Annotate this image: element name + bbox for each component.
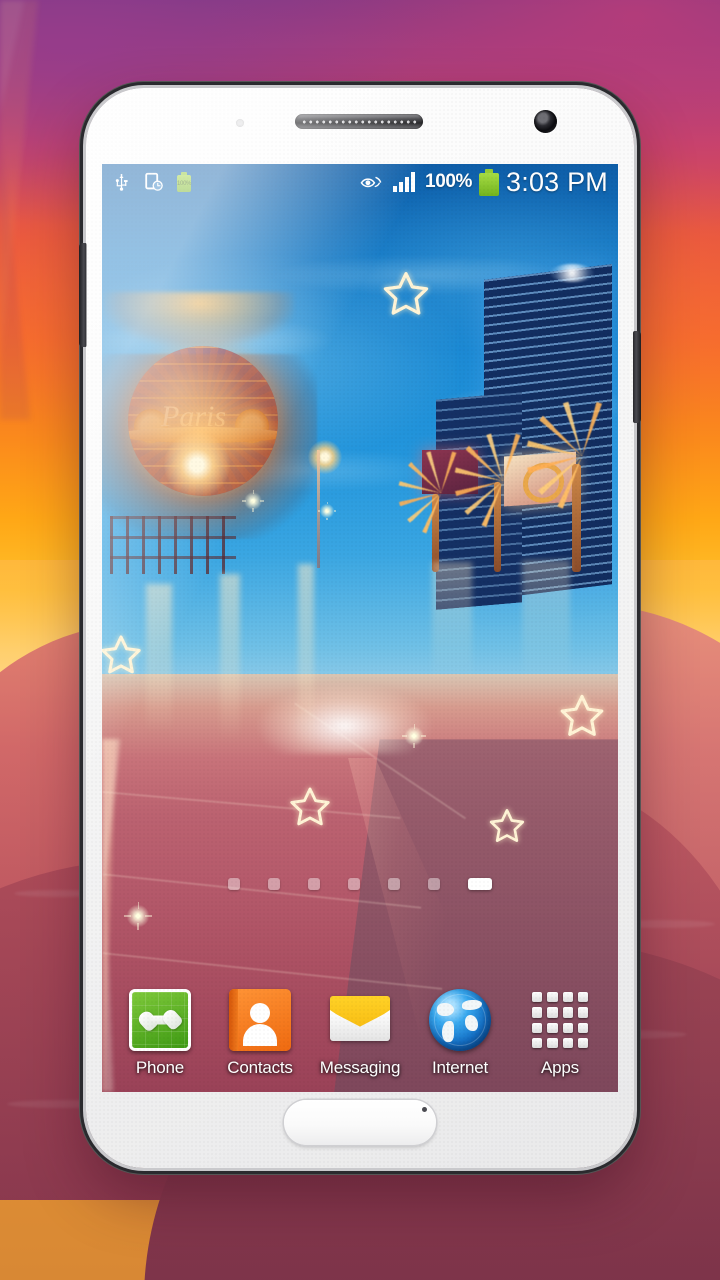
dock-item-messaging[interactable]: Messaging	[314, 989, 406, 1078]
dock-label-messaging: Messaging	[319, 1058, 401, 1077]
apps-grid-cell	[532, 1007, 543, 1018]
apps-grid-cell	[547, 1007, 558, 1018]
sparkle-icon	[402, 724, 426, 748]
apps-grid-cell	[532, 1037, 543, 1048]
dock-label-apps: Apps	[541, 1058, 579, 1077]
sparkle-icon	[124, 902, 152, 930]
power-button[interactable]	[633, 331, 641, 423]
balloon-base-glow	[104, 292, 294, 348]
contacts-icon[interactable]	[229, 989, 291, 1051]
apps-grid-cell	[577, 992, 588, 1003]
star-overlay-icon	[290, 787, 330, 826]
star-overlay-icon	[383, 272, 429, 315]
apps-grid-cell	[577, 1022, 588, 1033]
usb-icon	[115, 174, 128, 191]
globe-meridian	[434, 994, 486, 1046]
status-bar: 100% 100% 3:03 PM	[102, 164, 618, 200]
scheduled-device-icon	[145, 172, 163, 191]
apps-grid-cell	[577, 1007, 588, 1018]
apps-grid-cell	[562, 1037, 573, 1048]
battery-mini-percent: 100%	[177, 181, 192, 187]
apps-grid-cell	[547, 992, 558, 1003]
dock-item-internet[interactable]: Internet	[414, 989, 506, 1078]
app-dock: Phone Contacts Messaging Internet Apps	[102, 962, 618, 1078]
wet-road-reflection	[432, 562, 472, 682]
apps-grid-cell	[532, 1022, 543, 1033]
star-overlay-icon	[489, 809, 525, 842]
globe-icon[interactable]	[429, 989, 491, 1051]
apps-grid-cell	[562, 1007, 573, 1018]
volume-rocker-button[interactable]	[79, 243, 87, 347]
apps-grid-cell	[547, 1037, 558, 1048]
contacts-person-head	[250, 1003, 270, 1023]
battery-icon	[479, 168, 500, 196]
dock-label-contacts: Contacts	[227, 1058, 293, 1077]
status-bar-right: 100% 3:03 PM	[359, 167, 608, 198]
apps-grid-cell	[547, 1022, 558, 1033]
handset-glyph	[136, 996, 184, 1044]
apps-grid-cell	[577, 1037, 588, 1048]
page-indicator[interactable]	[102, 878, 618, 890]
star-overlay-icon	[102, 635, 141, 674]
status-bar-clock: 3:03 PM	[506, 166, 608, 197]
wet-road-reflection	[522, 560, 570, 680]
apps-grid-cell	[562, 1022, 573, 1033]
page-dot-3[interactable]	[308, 878, 320, 890]
wet-road-reflection	[220, 574, 240, 744]
speaker-grille-icon	[295, 114, 423, 129]
speaker-dots	[301, 119, 417, 124]
page-dot-6[interactable]	[428, 878, 440, 890]
signal-bars-icon	[393, 172, 416, 192]
apps-grid-cell	[562, 992, 573, 1003]
wet-road-reflection	[298, 564, 314, 754]
page-dot-1[interactable]	[228, 878, 240, 890]
page-dot-7-active[interactable]	[468, 878, 492, 890]
home-button[interactable]	[284, 1100, 436, 1145]
dock-label-internet: Internet	[431, 1058, 489, 1077]
battery-mini-icon: 100%	[177, 172, 191, 192]
street-light-glow	[308, 440, 342, 474]
battery-percent-label: 100%	[425, 171, 473, 192]
page-dot-5[interactable]	[388, 878, 400, 890]
sparkle-icon	[318, 502, 336, 520]
smart-stay-eye-icon	[360, 176, 382, 188]
page-dot-2[interactable]	[268, 878, 280, 890]
page-dot-4[interactable]	[348, 878, 360, 890]
contacts-person-body	[243, 1024, 277, 1046]
envelope-icon[interactable]	[329, 989, 391, 1051]
tower-roof-light	[550, 264, 594, 282]
phone-screen[interactable]: Paris	[102, 164, 618, 1092]
star-overlay-icon	[560, 694, 604, 736]
sparkle-icon	[242, 490, 264, 512]
battery-body	[479, 172, 500, 196]
phone-device: Paris	[79, 88, 641, 1168]
dock-label-phone: Phone	[135, 1058, 185, 1077]
street-light-glow	[164, 432, 230, 498]
dock-item-contacts[interactable]: Contacts	[214, 989, 306, 1078]
wet-road-reflection	[146, 584, 172, 734]
proximity-sensor-icon	[236, 119, 244, 127]
contacts-book-spine	[229, 989, 238, 1051]
front-camera-icon	[534, 110, 557, 133]
apps-grid-cell	[532, 992, 543, 1003]
cafe-chairs	[110, 516, 236, 574]
dock-item-phone[interactable]: Phone	[114, 989, 206, 1078]
apps-grid-icon[interactable]	[529, 989, 591, 1051]
live-wallpaper[interactable]: Paris	[102, 164, 618, 1092]
status-bar-left: 100%	[112, 171, 191, 193]
dock-item-apps[interactable]: Apps	[514, 989, 606, 1078]
phone-icon[interactable]	[129, 989, 191, 1051]
